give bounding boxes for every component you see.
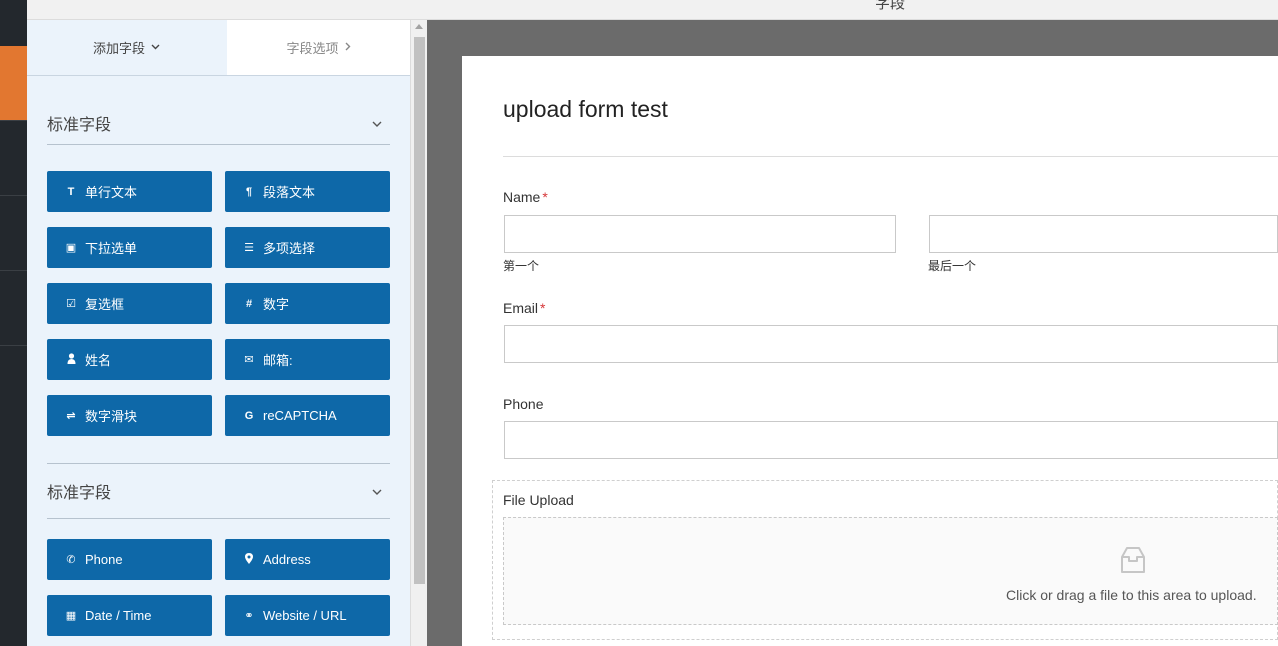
hash-icon: # [245, 297, 253, 310]
button-label: 单行文本 [85, 185, 138, 200]
button-label: 复选框 [85, 297, 125, 312]
google-icon: G [244, 409, 254, 422]
last-name-input[interactable] [929, 215, 1278, 253]
user-icon [65, 352, 77, 367]
admin-menu-divider [0, 120, 27, 121]
list-icon: ☰ [244, 242, 254, 254]
dropdown-icon: ▣ [65, 242, 77, 254]
chevron-down-icon [372, 484, 382, 498]
last-name-sublabel: 最后一个 [928, 259, 977, 273]
name-field-label: Name * [503, 189, 548, 205]
button-label: Address [263, 552, 311, 567]
button-label: 邮箱: [263, 353, 293, 368]
section-title: 标准字段 [47, 485, 112, 502]
file-upload-dropzone[interactable]: Click or drag a file to this area to upl… [503, 517, 1278, 625]
button-label: 数字滑块 [85, 409, 138, 424]
section-fancy-fields[interactable]: 标准字段 [47, 463, 390, 519]
add-address-button[interactable]: Address [225, 539, 390, 580]
admin-menu-divider [0, 195, 27, 196]
inbox-icon [1121, 547, 1145, 573]
phone-input[interactable] [504, 421, 1278, 459]
button-label: 段落文本 [263, 185, 316, 200]
button-label: 多项选择 [263, 241, 316, 256]
button-label: 数字 [263, 297, 290, 312]
chevron-down-icon [372, 116, 382, 130]
phone-icon: ✆ [66, 554, 76, 566]
required-marker: * [540, 300, 546, 316]
add-website-url-button[interactable]: ⚭ Website / URL [225, 595, 390, 636]
upload-instructions: Click or drag a file to this area to upl… [1006, 587, 1257, 603]
add-recaptcha-button[interactable]: G reCAPTCHA [225, 395, 390, 436]
link-icon: ⚭ [244, 610, 254, 622]
builder-topbar: 字段 [27, 0, 1278, 20]
button-label: 姓名 [85, 353, 112, 368]
form-card: upload form test Name * 第一个 最后一个 Email * P… [462, 56, 1278, 646]
panel-scrollbar[interactable] [410, 20, 427, 646]
envelope-icon: ✉ [244, 354, 254, 366]
fields-panel: 添加字段 字段选项 标准字段 T 单行文本 ¶ 段落文本 ▣ 下拉选单 ☰ 多项… [27, 20, 410, 646]
add-date-time-button[interactable]: ▦ Date / Time [47, 595, 212, 636]
checkbox-icon: ☑ [66, 298, 76, 310]
section-standard-fields[interactable]: 标准字段 [47, 101, 390, 145]
admin-menu-divider [0, 345, 27, 346]
title-divider [503, 156, 1278, 157]
add-dropdown-button[interactable]: ▣ 下拉选单 [47, 227, 212, 268]
admin-menu-active-item[interactable] [0, 46, 27, 120]
form-preview-area: upload form test Name * 第一个 最后一个 Email * P… [427, 20, 1278, 646]
button-label: 下拉选单 [85, 241, 138, 256]
form-title: upload form test [503, 96, 668, 122]
tab-field-options[interactable]: 字段选项 [227, 20, 410, 75]
add-multiple-choice-button[interactable]: ☰ 多项选择 [225, 227, 390, 268]
section-title: 标准字段 [47, 116, 112, 134]
text-icon: T [67, 185, 75, 198]
tab-add-fields[interactable]: 添加字段 [27, 20, 226, 75]
first-name-input[interactable] [504, 215, 896, 253]
first-name-sublabel: 第一个 [503, 259, 540, 273]
topbar-title: 字段 [875, 0, 906, 12]
button-label: Website / URL [263, 608, 347, 623]
add-paragraph-text-button[interactable]: ¶ 段落文本 [225, 171, 390, 212]
name-label-text: Name [503, 189, 541, 205]
email-input[interactable] [504, 325, 1278, 363]
calendar-icon: ▦ [65, 610, 77, 622]
add-phone-button[interactable]: ✆ Phone [47, 539, 212, 580]
file-upload-label: File Upload [503, 492, 574, 508]
scroll-up-arrow-icon[interactable] [415, 24, 423, 29]
required-marker: * [542, 189, 548, 205]
add-name-button[interactable]: 姓名 [47, 339, 212, 380]
add-checkbox-button[interactable]: ☑ 复选框 [47, 283, 212, 324]
tab-add-fields-label: 添加字段 [92, 41, 145, 56]
admin-menu-divider [0, 270, 27, 271]
chevron-right-icon [345, 42, 351, 54]
phone-field-label: Phone [503, 396, 544, 412]
panel-tabs: 添加字段 字段选项 [27, 20, 410, 76]
add-single-line-text-button[interactable]: T 单行文本 [47, 171, 212, 212]
add-email-button[interactable]: ✉ 邮箱: [225, 339, 390, 380]
add-number-slider-button[interactable]: ⇌ 数字滑块 [47, 395, 212, 436]
add-number-button[interactable]: # 数字 [225, 283, 390, 324]
scrollbar-thumb[interactable] [414, 37, 425, 584]
button-label: Date / Time [85, 608, 152, 623]
button-label: Phone [85, 552, 123, 567]
map-marker-icon [243, 552, 255, 567]
button-label: reCAPTCHA [263, 408, 337, 423]
email-field-label: Email * [503, 300, 545, 316]
email-label-text: Email [503, 300, 539, 316]
admin-menu-strip [0, 0, 27, 646]
paragraph-icon: ¶ [245, 185, 253, 198]
tab-field-options-label: 字段选项 [286, 41, 339, 56]
sliders-icon: ⇌ [66, 410, 76, 422]
chevron-down-icon [151, 42, 160, 53]
